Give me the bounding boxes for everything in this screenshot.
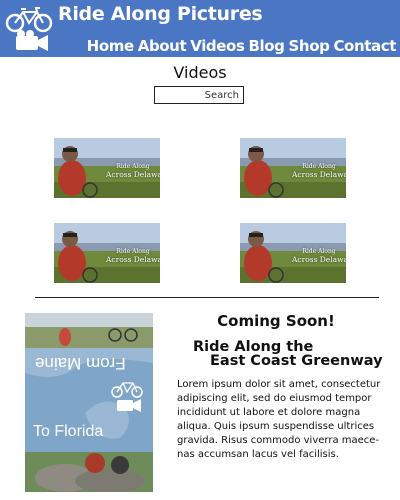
site-header: Ride Along Pictures Home About Videos Bl… xyxy=(0,0,400,57)
poster-background-icon xyxy=(25,313,153,492)
search-input[interactable] xyxy=(154,86,244,104)
videos-heading: Videos xyxy=(173,63,227,82)
coming-soon-poster[interactable]: From Maine To Florida xyxy=(25,313,153,492)
nav-blog[interactable]: Blog xyxy=(248,37,284,55)
thumbnail-caption-line1: Ride Along xyxy=(116,248,150,255)
video-thumbnail[interactable]: Ride Along Across Delaware xyxy=(240,138,346,198)
video-thumbnail[interactable]: Ride Along Across Delaware xyxy=(54,223,160,283)
video-thumbnail[interactable]: Ride Along Across Delaware xyxy=(54,138,160,198)
main-nav: Home About Videos Blog Shop Contact xyxy=(87,37,397,55)
site-title[interactable]: Ride Along Pictures xyxy=(58,3,263,25)
bike-camera-logo-icon[interactable] xyxy=(4,3,54,53)
nav-contact[interactable]: Contact xyxy=(333,37,396,55)
coming-soon-description: Lorem ipsum dolor sit amet, consectetur … xyxy=(177,379,381,460)
nav-about[interactable]: About xyxy=(138,37,187,55)
thumbnail-caption-line1: Ride Along xyxy=(116,163,150,170)
nav-shop[interactable]: Shop xyxy=(289,37,330,55)
poster-text-bottom: To Florida xyxy=(33,423,104,440)
thumbnail-caption-line2: Across Delaware xyxy=(292,255,346,264)
thumbnail-caption-line2: Across Delaware xyxy=(106,170,160,179)
section-divider xyxy=(35,297,379,298)
thumbnail-caption-line1: Ride Along xyxy=(302,163,336,170)
thumbnail-caption-line2: Across Delaware xyxy=(106,255,160,264)
thumbnail-caption-line1: Ride Along xyxy=(302,248,336,255)
coming-soon-subtitle-line2: East Coast Greenway xyxy=(210,353,383,369)
thumbnail-caption-line2: Across Delaware xyxy=(292,170,346,179)
nav-home[interactable]: Home xyxy=(87,37,134,55)
poster-text-top: From Maine xyxy=(35,354,126,373)
video-thumbnail[interactable]: Ride Along Across Delaware xyxy=(240,223,346,283)
coming-soon-heading: Coming Soon! xyxy=(217,312,335,330)
nav-videos[interactable]: Videos xyxy=(190,37,245,55)
